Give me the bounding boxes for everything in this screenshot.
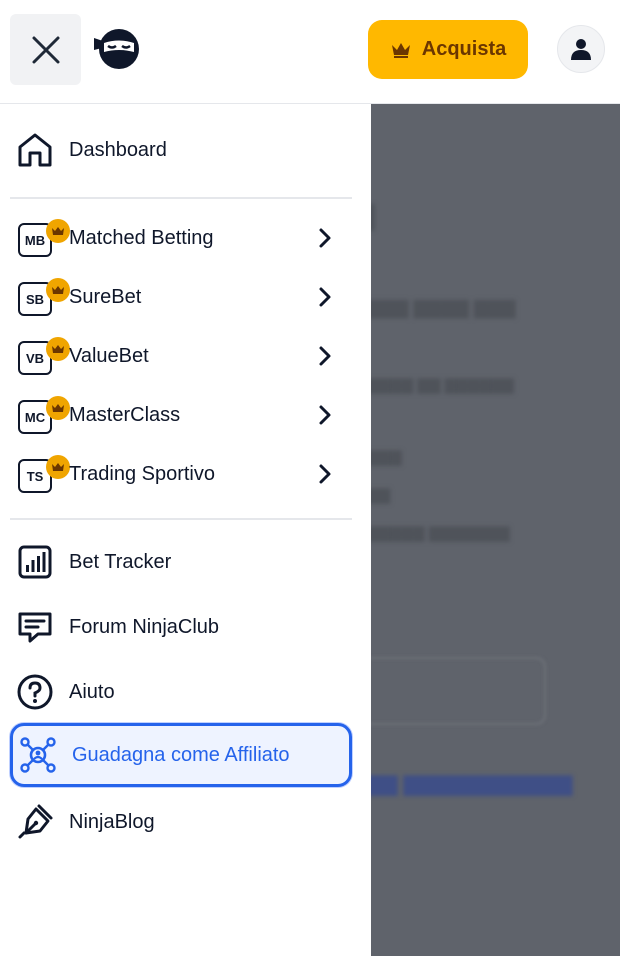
blurred-text: ▇▇▇▇▇ ▇▇▇▇▇▇▇ [371,525,510,542]
menu-item-label: Bet Tracker [69,550,172,573]
user-avatar-button[interactable] [557,25,605,73]
top-bar: Acquista [0,0,620,104]
blurred-text: ▇▇ [371,487,391,504]
chat-icon [18,612,52,643]
menu-item-label: NinjaBlog [69,810,155,833]
menu-item-label: SureBet [69,285,142,308]
close-icon [32,36,59,63]
side-menu: Dashboard MB Matched Betting SB SureBet … [0,104,371,956]
chevron-right-icon [319,464,331,484]
menu-item-forum[interactable]: Forum NinjaClub [10,602,352,652]
blurred-link: ▇▇ ▇▇▇▇▇▇▇▇▇▇▇ [371,774,573,796]
menu-divider [10,518,352,520]
menu-item-dashboard[interactable]: Dashboard [10,125,352,175]
chevron-right-icon [319,346,331,366]
ts-badge-icon: TS [18,455,70,493]
buy-button-label: Acquista [421,38,507,60]
page-overlay[interactable]: ▌ ▇▇▇ ▇▇▇▇ ▇▇▇ ▇▇▇▇ ▇▇ ▇▇▇▇▇▇ ▇▇▇ ▇▇ ▇▇▇… [371,104,620,956]
menu-item-label: MasterClass [69,403,181,426]
menu-item-label: Matched Betting [69,226,214,249]
menu-divider [10,197,352,199]
menu-item-label: Aiuto [69,680,115,703]
pen-icon [18,804,53,839]
menu-item-label: Dashboard [69,138,167,161]
chevron-right-icon [319,405,331,425]
blurred-input [371,657,546,725]
crown-icon [46,337,70,361]
crown-icon [46,396,70,420]
crown-icon [46,219,70,243]
help-icon [17,674,53,710]
sb-badge-icon: SB [18,278,70,316]
menu-item-help[interactable]: Aiuto [10,667,352,717]
blurred-heading: ▌ [371,204,383,229]
chevron-right-icon [319,287,331,307]
buy-button[interactable]: Acquista [368,20,528,79]
menu-item-label: Forum NinjaClub [69,615,220,638]
affiliate-network-icon [20,737,56,773]
menu-item-affiliate[interactable]: Guadagna come Affiliato [10,723,352,787]
bar-chart-icon [18,545,52,579]
menu-item-masterclass[interactable]: MC MasterClass [10,390,352,440]
mc-badge-icon: MC [18,396,70,434]
close-menu-button[interactable] [10,14,81,85]
ninja-logo[interactable] [92,26,142,72]
menu-item-surebet[interactable]: SB SureBet [10,272,352,322]
home-icon [18,133,52,167]
blurred-text: ▇▇▇ [371,449,402,466]
menu-item-label: Guadagna come Affiliato [72,743,290,766]
menu-item-label: Trading Sportivo [69,462,215,485]
crown-icon [46,455,70,479]
blurred-text: ▇▇▇ ▇▇▇▇ ▇▇▇ [371,298,516,318]
menu-item-trading-sportivo[interactable]: TS Trading Sportivo [10,449,352,499]
vb-badge-icon: VB [18,337,70,375]
menu-item-label: ValueBet [69,344,149,367]
menu-item-matched-betting[interactable]: MB Matched Betting [10,213,352,263]
mb-badge-icon: MB [18,219,70,257]
menu-item-blog[interactable]: NinjaBlog [10,797,352,847]
crown-icon [46,278,70,302]
blurred-text: ▇▇▇▇ ▇▇ ▇▇▇▇▇▇ [371,377,514,394]
menu-item-bet-tracker[interactable]: Bet Tracker [10,537,352,587]
chevron-right-icon [319,228,331,248]
user-icon [571,39,591,60]
menu-item-valuebet[interactable]: VB ValueBet [10,331,352,381]
crown-icon [391,42,410,58]
